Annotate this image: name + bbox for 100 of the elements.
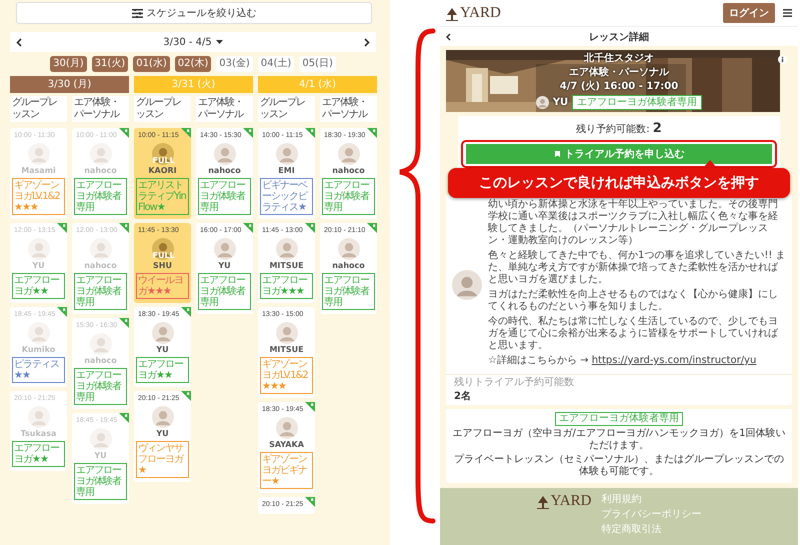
full-label: FULL — [152, 251, 172, 260]
avatar-icon — [276, 322, 298, 344]
instructor-name: YU — [32, 261, 45, 271]
lesson-tag: ギアゾーンヨガLV.1&2★★★ — [260, 357, 313, 394]
logo-text[interactable]: YARD — [460, 6, 501, 20]
lesson-tag: ピラティス★★ — [12, 357, 65, 383]
page-title: レッスン詳細 — [589, 30, 649, 44]
login-button[interactable]: ログイン — [723, 3, 775, 23]
lesson-tag: ギアゾーンヨガビギナー★ — [260, 452, 313, 489]
trial-label: 残りトライアル予約可能数 — [454, 377, 575, 389]
lesson-tag: エアフローヨガ★★★ — [260, 273, 313, 299]
instructor-name: KAORI — [148, 166, 177, 176]
date-range-dropdown[interactable]: 3/30 - 4/5 — [163, 36, 223, 48]
lesson-tag: エアフローヨガ★★ — [12, 441, 65, 467]
bio-paragraph: 幼い頃から新体操と水泳を十年以上やっていました。その後専門学校に通い卒業後はスポーツクラブに入社し幅広く色々な事を経験してきました。（パーソナルトレーニング・グループレッスン・運動教室向けのレッスン等） — [488, 199, 779, 247]
lesson-name: エア体験・パーソナル — [569, 66, 669, 79]
date-chip[interactable]: 01(水) — [133, 56, 170, 72]
instructor-name: MITSUE — [269, 345, 304, 355]
bio-paragraph: 今の時代、私たちは常に忙しなく生活しているので、少しでもヨガを通じて心に余裕が出来るように皆様をサポートしていければと思います。 — [488, 316, 780, 352]
avatar-icon — [214, 143, 236, 165]
trial-count: 2名 — [454, 390, 472, 403]
avatar-icon — [152, 322, 174, 344]
lesson-tag: ウイールヨガ★★★ — [136, 273, 189, 299]
lesson-tag: エアフローヨガ体験者専用 — [74, 273, 127, 310]
instructor-name: YU — [94, 451, 107, 461]
instructor-name: nahoco — [208, 166, 241, 176]
lesson-tag: エアフローヨガ体験者専用 — [198, 273, 251, 310]
date-chip[interactable]: 02(木) — [174, 56, 212, 72]
caret-icon — [216, 40, 223, 44]
lesson-tag: エアフローヨガ体験者専用 — [322, 273, 375, 310]
category-header: グループレッスン — [10, 96, 67, 122]
avatar-icon — [536, 96, 549, 109]
chevron-left-icon[interactable] — [16, 38, 22, 46]
studio-name: 北千住スタジオ — [584, 52, 654, 65]
instructor-name: nahoco — [84, 166, 117, 176]
logo-text[interactable]: YARD — [550, 494, 592, 509]
full-label: FULL — [152, 156, 172, 165]
instructor-name: YU — [156, 429, 169, 439]
day-header: 4/1 (水) — [258, 76, 377, 93]
instructor-name: nahoco — [84, 261, 117, 271]
avatar-icon — [28, 238, 50, 260]
avatar-icon — [90, 143, 112, 165]
info-text: エアフローヨガ（空中ヨガ/エアフローヨガ/ハンモックヨガ）を1回体験いただけます。 — [452, 428, 786, 452]
date-chip[interactable]: 04(土) — [258, 56, 294, 72]
avatar-icon — [90, 238, 112, 260]
instructor-name: EMI — [278, 166, 295, 176]
lesson-tag: エアフローヨガ体験者専用 — [198, 178, 251, 215]
lesson-tag: ビギナーベーシックピラティス★ — [260, 178, 313, 215]
day-header: 3/31 (火) — [134, 76, 253, 93]
lesson-tag: エアフローヨガ体験者専用 — [572, 95, 702, 110]
instructor-name: Kumiko — [22, 345, 56, 355]
date-chip[interactable]: 05(日) — [299, 56, 336, 72]
avatar-icon — [90, 333, 112, 355]
date-chip[interactable]: 03(金) — [216, 56, 253, 72]
avatar-icon — [152, 406, 174, 428]
callout: このレッスンで良ければ申込みボタンを押す — [448, 160, 790, 198]
lesson-tag: エアフローヨガ★★ — [136, 357, 189, 383]
avatar-icon — [28, 143, 50, 165]
filter-icon — [132, 8, 142, 18]
flag-icon — [554, 150, 560, 158]
instructor-name: SHU — [153, 261, 172, 271]
avatar-icon — [90, 428, 112, 450]
back-icon[interactable] — [446, 32, 451, 40]
avatar-icon — [28, 406, 50, 428]
info-text: プライベートレッスン（セミパーソナル）、またはグループレッスンでの体験も可能です。 — [453, 454, 785, 478]
date-chip[interactable]: 31(火) — [92, 56, 128, 72]
day-header: 3/30 (月) — [10, 76, 129, 93]
avatar-icon — [276, 238, 298, 260]
filter-button[interactable]: スケジュールを絞り込む — [16, 2, 372, 24]
lesson-tag: エアリストラティブYin Flow★ — [136, 178, 189, 215]
lesson-datetime: 4/7 (火) 16:00 - 17:00 — [560, 80, 678, 93]
chevron-right-icon[interactable] — [364, 38, 370, 46]
lesson-tag: エアフローヨガ体験者専用 — [322, 178, 375, 215]
lesson-tag: エアフローヨガ体験者専用 — [74, 463, 127, 500]
avatar-icon — [214, 238, 236, 260]
tree-icon — [446, 8, 458, 20]
avatar-icon — [28, 322, 50, 344]
instructor-name: nahoco — [332, 261, 365, 271]
bio-paragraph: ヨガはただ柔軟性を向上させるものではなく【心から健康】にしてくれるものだという事を知りました。 — [488, 289, 779, 313]
instructor-name: YU — [156, 345, 169, 355]
instructor-name: Masami — [21, 166, 56, 176]
info-icon[interactable] — [778, 55, 787, 64]
lesson-tag: エアフローヨガ体験者専用 — [74, 368, 127, 405]
avatar-icon — [338, 238, 360, 260]
category-header: グループレッスン — [134, 96, 191, 122]
lesson-tag: ヴィンヤサフローヨガ★ — [136, 441, 189, 478]
instructor-name: Tsukasa — [20, 429, 56, 439]
lesson-tag: エアフローヨガ★★ — [12, 273, 65, 299]
instructor-name: nahoco — [332, 166, 365, 176]
category-header: エア体験・パーソナル — [320, 96, 377, 122]
menu-icon[interactable] — [783, 9, 792, 17]
bio-paragraph: ☆詳細はこちらから → https://yard-ys.com/instructor/yu — [488, 355, 758, 367]
avatar-icon — [152, 143, 174, 165]
date-chip[interactable]: 30(月) — [50, 56, 87, 72]
instructor-name: YU — [552, 96, 568, 109]
instructor-link[interactable]: https://yard-ys.com/instructor/yu — [592, 355, 756, 366]
instructor-name: YU — [218, 261, 231, 271]
instructor-name: SAYAKA — [269, 440, 304, 450]
avatar-icon — [276, 143, 298, 165]
avatar-icon — [452, 270, 482, 300]
